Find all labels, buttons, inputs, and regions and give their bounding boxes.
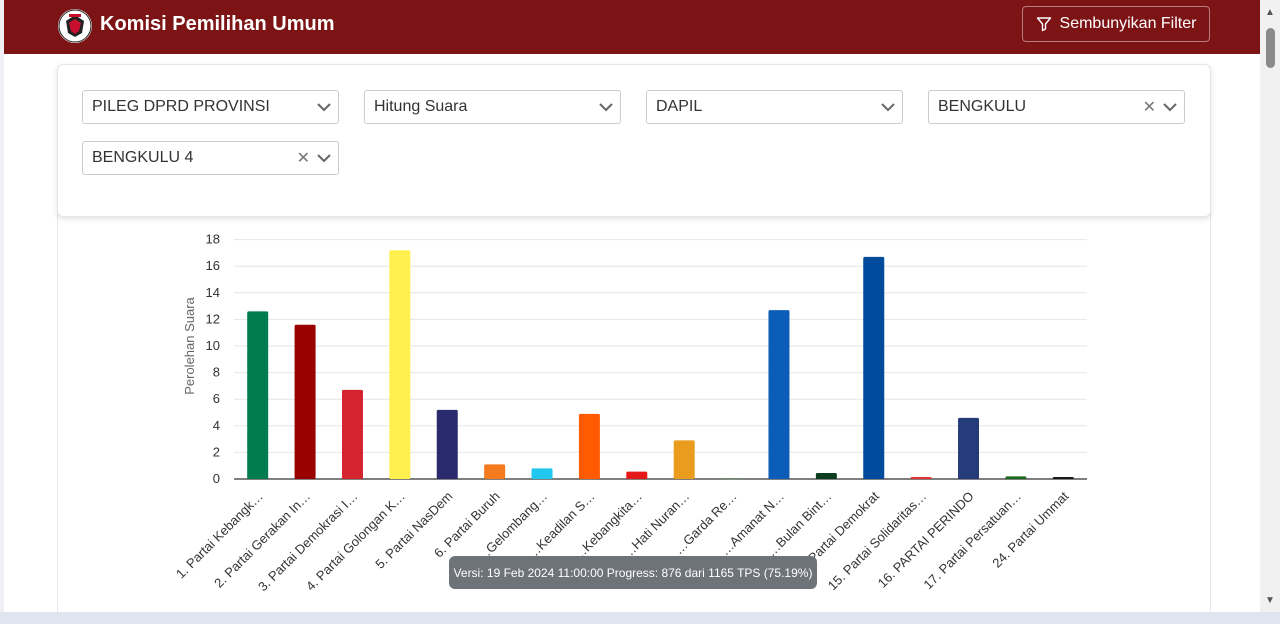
- region-level-value: DAPIL: [656, 98, 703, 115]
- y-tick-label: 16: [206, 258, 220, 273]
- y-tick-label: 2: [213, 444, 220, 459]
- filter-panel: PILEG DPRD PROVINSI Hitung Suara DAPIL B…: [57, 64, 1211, 217]
- chevron-down-icon: [317, 154, 331, 163]
- election-type-select[interactable]: PILEG DPRD PROVINSI: [82, 90, 339, 124]
- y-tick-label: 10: [206, 338, 220, 353]
- y-tick-label: 14: [206, 285, 220, 300]
- region-level-select[interactable]: DAPIL: [646, 90, 903, 124]
- scroll-thumb[interactable]: [1266, 28, 1275, 68]
- bar: [341, 389, 363, 479]
- bar: [1052, 477, 1074, 479]
- y-axis-label: Perolehan Suara: [182, 296, 197, 394]
- clear-icon[interactable]: ✕: [1143, 99, 1156, 117]
- version-tooltip: Versi: 19 Feb 2024 11:00:00 Progress: 87…: [449, 556, 817, 589]
- scrollbar[interactable]: ▲ ▼: [1260, 0, 1280, 624]
- province-value: BENGKULU: [938, 98, 1027, 115]
- bar: [673, 440, 695, 479]
- hide-filter-button[interactable]: Sembunyikan Filter: [1022, 6, 1210, 42]
- data-type-value: Hitung Suara: [374, 98, 468, 115]
- chevron-down-icon: [317, 103, 331, 112]
- chevron-down-icon: [1163, 103, 1177, 112]
- app-title: Komisi Pemilihan Umum: [100, 13, 335, 35]
- kpu-logo: [58, 9, 92, 43]
- data-type-select[interactable]: Hitung Suara: [364, 90, 621, 124]
- chevron-down-icon: [599, 103, 613, 112]
- bar: [958, 417, 980, 479]
- bar: [247, 311, 269, 479]
- bar: [910, 477, 932, 479]
- bar: [768, 310, 790, 479]
- scroll-down-icon[interactable]: ▼: [1264, 596, 1276, 606]
- y-tick-label: 8: [213, 365, 220, 380]
- bar: [294, 324, 316, 479]
- filter-icon: [1036, 17, 1051, 32]
- y-tick-label: 12: [206, 311, 220, 326]
- vote-bar-chart: 02468101214161820Perolehan Suara1. Parta…: [173, 209, 1087, 594]
- y-tick-label: 4: [213, 418, 220, 433]
- bar: [578, 413, 600, 479]
- hide-filter-label: Sembunyikan Filter: [1059, 15, 1197, 32]
- scroll-up-icon[interactable]: ▲: [1264, 8, 1276, 18]
- dapil-value: BENGKULU 4: [92, 149, 194, 166]
- y-tick-label: 18: [206, 232, 220, 247]
- bar: [721, 478, 743, 480]
- app-header: Komisi Pemilihan Umum Sembunyikan Filter: [4, 0, 1260, 54]
- bar: [1005, 476, 1027, 479]
- main-content: 02468101214161820Perolehan Suara1. Parta…: [4, 54, 1260, 614]
- bar: [436, 409, 458, 479]
- taskbar-strip: [0, 612, 1280, 624]
- bar: [626, 471, 648, 479]
- bar: [863, 256, 885, 479]
- clear-icon[interactable]: ✕: [297, 150, 310, 168]
- chevron-down-icon: [881, 103, 895, 112]
- bar: [531, 468, 553, 479]
- x-tick-label: 1. Partai Kebangk…: [173, 489, 266, 582]
- y-tick-label: 6: [213, 391, 220, 406]
- bar: [484, 464, 506, 479]
- province-select[interactable]: BENGKULU ✕: [928, 90, 1185, 124]
- y-tick-label: 0: [213, 471, 220, 486]
- chart-card: 02468101214161820Perolehan Suara1. Parta…: [57, 209, 1211, 614]
- election-type-value: PILEG DPRD PROVINSI: [92, 98, 270, 115]
- bar: [815, 473, 837, 479]
- dapil-select[interactable]: BENGKULU 4 ✕: [82, 141, 339, 175]
- bar: [389, 250, 411, 479]
